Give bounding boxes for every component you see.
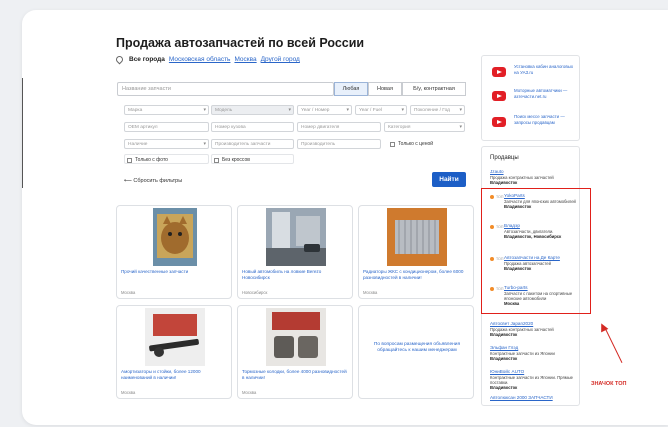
ad-item[interactable]: Поиск мессе запчасти — запросы продавцам: [492, 114, 578, 136]
fuel-select[interactable]: Year / Fuel: [355, 105, 407, 115]
annotation-label: ЗНАЧОК ТОП: [591, 381, 627, 387]
condition-new[interactable]: Новая: [368, 82, 402, 96]
product-image-cat: [153, 208, 197, 266]
oem-input[interactable]: OEM артикул: [124, 122, 209, 132]
arrow-left-icon: ⟵: [124, 178, 134, 184]
checkbox-icon: [214, 157, 219, 163]
no-cross-checkbox[interactable]: Без кроссов: [211, 154, 294, 164]
product-title[interactable]: Радиаторы ЖКС с кондиционером, более 600…: [363, 269, 471, 280]
photo-only-label: Только с фото: [135, 157, 168, 163]
location-link-city[interactable]: Москва: [234, 56, 256, 63]
seller-item[interactable]: Автосвет Japan2020 Продажа контрактных з…: [490, 321, 578, 337]
ad-text[interactable]: Поиск мессе запчасти — запросы продавцам: [514, 114, 576, 125]
product-city: Москва: [242, 390, 257, 395]
product-image-brake-pads: [266, 308, 326, 366]
ad-item[interactable]: Установка кабин аналоговых на УАЗ.ru: [492, 64, 578, 86]
reset-filters-button[interactable]: ⟵ Сбросить фильтры: [124, 178, 182, 184]
location-pin-icon: [114, 54, 125, 65]
product-city: Москва: [121, 290, 136, 295]
ad-item[interactable]: Моторные автоматчики — азтечасти.net.ru: [492, 88, 578, 110]
seller-city: Владивосток: [490, 385, 518, 391]
product-city: Москва: [121, 390, 136, 395]
part-manufacturer-input[interactable]: Производитель запчасти: [211, 139, 294, 149]
top-highlight-box: [481, 188, 591, 314]
product-title[interactable]: Новый автомобиль на ловкие Berezo Новоси…: [242, 269, 350, 280]
seller-name[interactable]: Автолюксан 2000 ЗАПЧАСТИ: [490, 395, 578, 401]
brand-select[interactable]: Марка: [124, 105, 209, 115]
seller-city: Владивосток: [490, 331, 518, 337]
youtube-icon: [492, 91, 506, 101]
seller-item[interactable]: ЮниВойс AUTO Контрактные запчасти из Япо…: [490, 369, 578, 390]
search-input[interactable]: Название запчасти: [117, 82, 334, 96]
ads-panel: Установка кабин аналоговых на УАЗ.ru Мот…: [481, 55, 580, 141]
product-card[interactable]: Новый автомобиль на ловкие Berezo Новоси…: [237, 205, 353, 299]
photo-only-checkbox[interactable]: Только с фото: [124, 154, 209, 164]
product-image-shock-absorber: [145, 308, 205, 366]
seller-item[interactable]: Jzauto Продажа контрактных запчастей Вла…: [490, 169, 578, 185]
find-button[interactable]: Найти: [432, 172, 466, 187]
page-title: Продажа автозапчастей по всей России: [116, 36, 365, 50]
no-cross-label: Без кроссов: [222, 157, 250, 163]
location-link-region[interactable]: Московская область: [169, 56, 231, 63]
condition-any[interactable]: Любая: [334, 82, 368, 96]
price-only-label: Только с ценой: [398, 141, 434, 147]
condition-used[interactable]: Б/у, контрактная: [402, 82, 466, 96]
youtube-icon: [492, 117, 506, 127]
seller-city: Владивосток: [490, 179, 518, 185]
product-card[interactable]: Радиаторы ЖКС с кондиционером, более 600…: [358, 205, 474, 299]
location-all[interactable]: Все города: [129, 56, 165, 63]
product-city: Новосибирск: [242, 290, 268, 295]
reset-filters-label: Сбросить фильтры: [133, 178, 183, 184]
ad-text[interactable]: Моторные автоматчики — азтечасти.net.ru: [514, 88, 576, 99]
ad-text[interactable]: Установка кабин аналоговых на УАЗ.ru: [514, 64, 576, 75]
seller-desc: Контрактные запчасти из Японии. Прямые п…: [490, 374, 573, 385]
product-image-radiator: [387, 208, 447, 266]
product-title[interactable]: Прочий качественные запчасти: [121, 269, 229, 275]
product-card[interactable]: Прочий качественные запчасти Москва: [116, 205, 232, 299]
location-bar: Все города Московская область Москва Дру…: [114, 54, 300, 65]
divider-line: [22, 78, 23, 188]
product-card[interactable]: Тормозные колодки, более 4000 разновидно…: [237, 305, 353, 399]
checkbox-icon: [127, 157, 132, 163]
checkbox-icon: [390, 141, 395, 147]
engine-number-input[interactable]: Номер двигателя: [297, 122, 381, 132]
seller-city: Владивосток: [490, 355, 518, 361]
availability-select[interactable]: Наличие: [124, 139, 209, 149]
sellers-header: Продавцы: [490, 155, 519, 161]
product-city: Москва: [363, 290, 378, 295]
product-card[interactable]: Амортизаторы и стойки, более 12000 наиме…: [116, 305, 232, 399]
youtube-icon: [492, 67, 506, 77]
manufacturer-input[interactable]: Производитель: [297, 139, 381, 149]
info-card[interactable]: По вопросам размещения объявления обраща…: [358, 305, 474, 399]
price-only-checkbox[interactable]: Только с ценой: [390, 141, 433, 147]
year-select[interactable]: Year / Номер: [297, 105, 352, 115]
location-link-other[interactable]: Другой город: [261, 56, 300, 63]
body-number-input[interactable]: Номер кузова: [211, 122, 294, 132]
category-select[interactable]: Категория: [384, 122, 465, 132]
product-title[interactable]: Тормозные колодки, более 4000 разновидно…: [242, 369, 350, 380]
generation-select[interactable]: Поколение / Год: [410, 105, 465, 115]
model-select[interactable]: Модель: [211, 105, 294, 115]
product-image-street: [266, 208, 326, 266]
seller-item[interactable]: Автолюксан 2000 ЗАПЧАСТИ: [490, 395, 578, 401]
seller-item[interactable]: Эльфан Глэд Контрактные запчасти из Япон…: [490, 345, 578, 361]
info-card-text[interactable]: По вопросам размещения объявления обраща…: [367, 342, 467, 354]
product-title[interactable]: Амортизаторы и стойки, более 12000 наиме…: [121, 369, 229, 380]
